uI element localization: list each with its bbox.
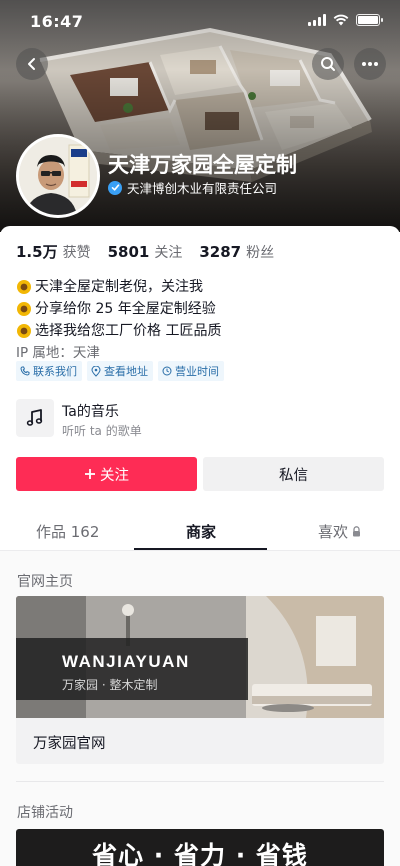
- status-time: 16:47: [30, 12, 84, 31]
- status-icons: [308, 14, 383, 26]
- stat-likes[interactable]: 1.5万 获赞: [16, 241, 91, 262]
- wifi-icon: [333, 14, 349, 26]
- tab-label: 作品 162: [36, 523, 100, 541]
- lock-icon: [353, 526, 361, 537]
- action-buttons: 关注 私信: [16, 457, 384, 491]
- tab-label: 喜欢: [318, 523, 349, 541]
- shop-name: 天津万家园全屋定制: [108, 153, 297, 177]
- promo-text: 省心 · 省力 · 省钱: [92, 841, 308, 866]
- battery-icon: [356, 14, 383, 26]
- back-button[interactable]: [16, 48, 48, 80]
- bio-text: 选择我给您工厂价格 工匠品质: [35, 323, 222, 339]
- stats-row: 1.5万 获赞 5801 关注 3287 粉丝: [16, 241, 274, 262]
- tab-likes[interactable]: 喜欢: [318, 521, 361, 542]
- tab-label: 商家: [186, 523, 217, 541]
- more-dots-icon: [362, 62, 378, 66]
- chip-label: 联系我们: [33, 365, 77, 378]
- sunflower-icon: [17, 302, 31, 316]
- bio-line: 天津全屋定制老倪，关注我: [16, 276, 221, 298]
- section-title-official-site: 官网主页: [17, 574, 73, 590]
- music-title: Ta的音乐: [62, 404, 119, 420]
- profile-sheet: 1.5万 获赞 5801 关注 3287 粉丝 天津全屋定制老倪，关注我 分享给…: [0, 226, 400, 866]
- message-button[interactable]: 私信: [203, 457, 384, 491]
- chevron-left-icon: [28, 58, 35, 70]
- stat-label: 关注: [154, 245, 183, 261]
- follow-label: 关注: [100, 467, 129, 484]
- search-button[interactable]: [312, 48, 344, 80]
- avatar-portrait: [19, 137, 97, 215]
- battery-level: [358, 16, 378, 24]
- service-chips: 联系我们 查看地址 营业时间: [16, 361, 224, 381]
- banner-tagline: 万家园 · 整木定制: [62, 678, 158, 692]
- official-site-label: 万家园官网: [33, 736, 106, 752]
- music-subtitle: 听听 ta 的歌单: [62, 424, 142, 438]
- chip-label: 营业时间: [175, 365, 219, 378]
- stat-value: 3287: [199, 243, 242, 261]
- stat-value: 1.5万: [16, 243, 58, 261]
- official-site-card[interactable]: WANJIAYUAN 万家园 · 整木定制 万家园官网: [16, 596, 384, 764]
- message-label: 私信: [279, 467, 308, 484]
- clock-icon: [162, 366, 172, 376]
- stat-followers[interactable]: 3287 粉丝: [199, 242, 274, 262]
- bio: 天津全屋定制老倪，关注我 分享给你 25 年全屋定制经验 选择我给您工厂价格 工…: [16, 276, 221, 364]
- search-icon: [321, 57, 335, 71]
- section-title-store-activity: 店铺活动: [17, 805, 73, 821]
- phone-icon: [20, 366, 30, 376]
- follow-button[interactable]: 关注: [16, 457, 197, 491]
- bio-line: 分享给你 25 年全屋定制经验: [16, 298, 221, 320]
- sunflower-icon: [17, 280, 31, 294]
- chip-view-address[interactable]: 查看地址: [87, 361, 153, 381]
- stat-label: 获赞: [62, 245, 91, 261]
- chip-contact-us[interactable]: 联系我们: [16, 361, 82, 381]
- official-site-banner: WANJIAYUAN 万家园 · 整木定制: [16, 596, 384, 718]
- bio-text: 天津全屋定制老倪，关注我: [35, 279, 203, 295]
- profile-tabs: 作品 162 商家 喜欢: [0, 507, 400, 551]
- plus-icon: [85, 469, 95, 479]
- more-button[interactable]: [354, 48, 386, 80]
- bio-line: 选择我给您工厂价格 工匠品质: [16, 320, 221, 342]
- tab-works[interactable]: 作品 162: [36, 521, 99, 542]
- stat-label: 粉丝: [246, 245, 275, 261]
- section-divider: [16, 781, 384, 782]
- banner-brand: WANJIAYUAN: [62, 652, 190, 671]
- music-note-icon: [16, 399, 54, 437]
- chip-business-hours[interactable]: 营业时间: [158, 361, 224, 381]
- verified-company-row[interactable]: 天津博创木业有限责任公司: [108, 178, 277, 197]
- avatar[interactable]: [16, 134, 100, 218]
- stat-following[interactable]: 5801 关注: [108, 242, 183, 262]
- store-activity-banner[interactable]: 省心 · 省力 · 省钱: [16, 829, 384, 866]
- stat-value: 5801: [107, 243, 150, 261]
- sunflower-icon: [17, 324, 31, 338]
- official-site-card-footer: 万家园官网: [16, 718, 384, 764]
- status-bar: 16:47: [0, 0, 400, 44]
- tab-merchant[interactable]: 商家: [186, 521, 216, 542]
- cellular-signal-icon: [308, 14, 326, 26]
- company-name: 天津博创木业有限责任公司: [127, 181, 278, 196]
- location-pin-icon: [91, 365, 101, 377]
- music-entry[interactable]: Ta的音乐 听听 ta 的歌单: [16, 398, 384, 440]
- chip-label: 查看地址: [104, 365, 148, 378]
- bio-text: 分享给你 25 年全屋定制经验: [35, 301, 216, 317]
- verified-badge-icon: [108, 180, 122, 195]
